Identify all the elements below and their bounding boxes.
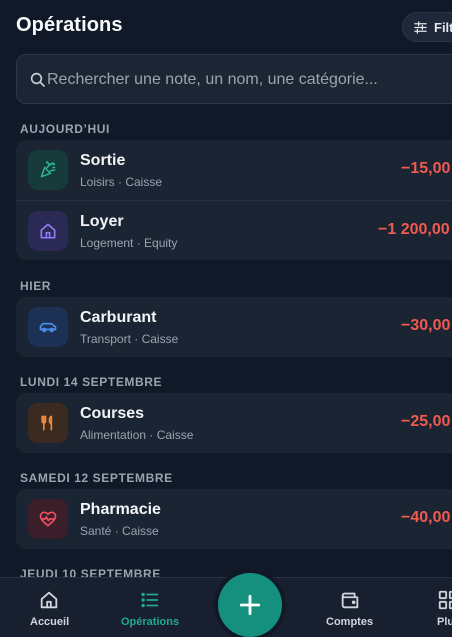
search-icon <box>30 72 45 87</box>
transaction-amount: −30,00 <box>401 317 451 334</box>
transaction-row[interactable]: Carburant Transport · Caisse −30,00 <box>16 297 452 357</box>
transaction-row[interactable]: Sortie Loisirs · Caisse −15,00 <box>16 140 452 200</box>
transaction-title: Sortie <box>80 152 126 169</box>
party-popper-icon <box>28 150 68 190</box>
search-bar[interactable] <box>16 54 452 104</box>
transaction-group-saturday: Pharmacie Santé · Caisse −40,00 <box>16 489 452 549</box>
sliders-icon <box>414 20 427 34</box>
home-icon <box>28 211 68 251</box>
transaction-amount: −40,00 <box>401 509 451 526</box>
filter-label: Filtrer <box>434 19 452 35</box>
transaction-title: Carburant <box>80 309 157 326</box>
section-label-yesterday: HIER <box>20 279 52 293</box>
transaction-title: Loyer <box>80 213 124 230</box>
transaction-group-yesterday: Carburant Transport · Caisse −30,00 <box>16 297 452 357</box>
list-icon <box>141 592 159 608</box>
nav-operations-label: Opérations <box>121 616 180 628</box>
heart-pulse-icon <box>28 499 68 539</box>
wallet-icon <box>341 592 359 609</box>
filter-button[interactable]: Filtrer <box>402 12 452 42</box>
page-title: Opérations <box>16 14 123 36</box>
operations-screen: Opérations Filtrer AUJOURD’HUI <box>0 0 452 637</box>
transaction-subtitle: Transport · Caisse <box>80 332 179 346</box>
nav-home[interactable]: Accueil <box>20 578 110 637</box>
transaction-title: Courses <box>80 405 145 422</box>
header: Opérations Filtrer <box>0 0 452 52</box>
transaction-row[interactable]: Pharmacie Santé · Caisse −40,00 <box>16 489 452 549</box>
utensils-icon <box>28 403 68 443</box>
transaction-title: Pharmacie <box>80 501 161 518</box>
transaction-subtitle: Logement · Equity <box>80 236 178 250</box>
transaction-subtitle: Loisirs · Caisse <box>80 175 163 189</box>
transaction-row[interactable]: Loyer Logement · Equity −1 200,00 <box>16 200 452 260</box>
section-label-today: AUJOURD’HUI <box>20 122 110 136</box>
section-label-date: SAMEDI 12 SEPTEMBRE <box>20 471 173 485</box>
nav-more-label: Plus <box>437 616 452 628</box>
nav-operations[interactable]: Opérations <box>110 578 200 637</box>
transaction-amount: −1 200,00 <box>378 221 450 238</box>
transaction-subtitle: Santé · Caisse <box>80 524 159 538</box>
transaction-row[interactable]: Courses Alimentation · Caisse −25,00 <box>16 393 452 453</box>
transaction-subtitle: Alimentation · Caisse <box>80 428 194 442</box>
section-label-date: LUNDI 14 SEPTEMBRE <box>20 375 163 389</box>
search-input[interactable] <box>47 67 452 93</box>
nav-accounts[interactable]: Comptes <box>315 578 405 637</box>
car-icon <box>28 307 68 347</box>
add-operation-button[interactable] <box>218 573 282 637</box>
grid-icon <box>438 590 452 610</box>
transaction-group-monday: Courses Alimentation · Caisse −25,00 <box>16 393 452 453</box>
home-icon <box>40 591 58 609</box>
transaction-amount: −15,00 <box>401 160 451 177</box>
transaction-amount: −25,00 <box>401 413 451 430</box>
nav-home-label: Accueil <box>30 616 70 628</box>
nav-more[interactable]: Plus <box>425 578 452 637</box>
plus-icon <box>239 594 261 616</box>
transaction-group-today: Sortie Loisirs · Caisse −15,00 Loyer Log… <box>16 140 452 260</box>
nav-accounts-label: Comptes <box>326 616 374 628</box>
